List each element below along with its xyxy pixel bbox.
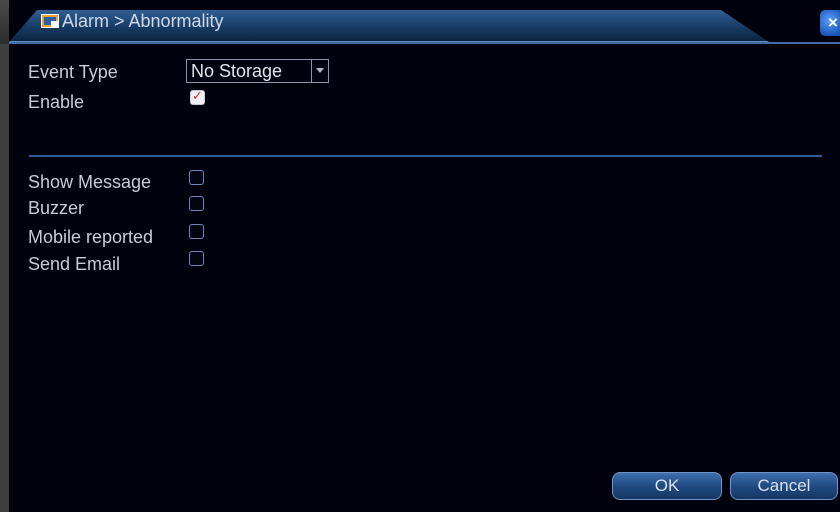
section-divider [29,155,822,157]
cancel-button[interactable]: Cancel [730,472,838,500]
enable-label: Enable [28,92,85,112]
buzzer-checkbox[interactable] [189,196,204,211]
event-type-label: Event Type [28,62,118,82]
event-type-value: No Storage [191,61,283,81]
window-title: Alarm > Abnormality [62,11,224,31]
header-divider [9,42,840,44]
send-email-label: Send Email [28,254,121,274]
show-message-checkbox[interactable] [189,170,204,185]
ok-button[interactable]: OK [612,472,722,500]
close-icon: × [828,13,838,32]
close-button[interactable]: × [820,10,840,36]
mobile-reported-label: Mobile reported [28,227,154,247]
show-message-label: Show Message [28,172,152,192]
buzzer-label: Buzzer [28,198,85,218]
check-icon: ✓ [192,88,203,103]
chevron-down-icon[interactable] [311,60,328,82]
dialog-window [9,0,840,512]
mobile-reported-checkbox[interactable] [189,224,204,239]
enable-checkbox[interactable]: ✓ [190,88,205,105]
send-email-checkbox[interactable] [189,251,204,266]
event-type-select[interactable]: No Storage [186,59,329,83]
window-icon [41,14,59,28]
